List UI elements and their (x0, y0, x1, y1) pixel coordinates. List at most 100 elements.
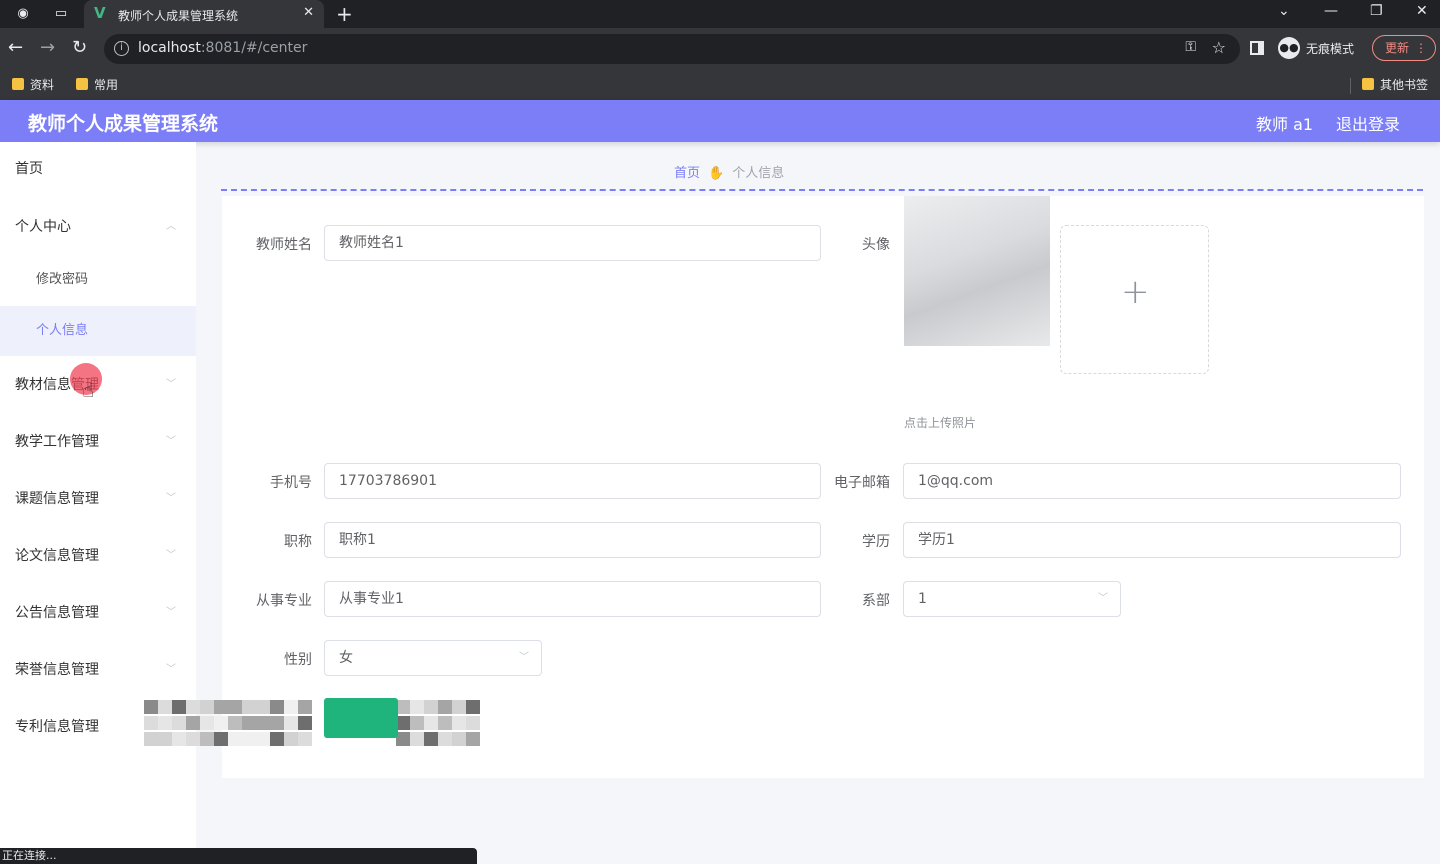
reload-icon[interactable]: ↻ (72, 37, 87, 58)
mosaic-pixel (242, 716, 256, 730)
mosaic-pixel (200, 700, 214, 714)
mosaic-pixel (256, 700, 270, 714)
department-select[interactable]: 1 ﹀ (903, 581, 1121, 617)
mosaic-pixel (270, 732, 284, 746)
breadcrumb: 首页 ✋ 个人信息 (674, 162, 784, 181)
sidebar-item-announcement[interactable]: 公告信息管理 ﹀ (0, 588, 196, 638)
mosaic-pixel (270, 700, 284, 714)
mosaic-pixel (242, 700, 256, 714)
mosaic-pixel (424, 716, 438, 730)
tab-close-icon[interactable]: ✕ (303, 5, 314, 20)
mosaic-pixel (438, 700, 452, 714)
other-bookmarks[interactable]: 其他书签 (1362, 76, 1428, 93)
update-button[interactable]: 更新 ⋮ (1372, 35, 1436, 61)
minimize-icon[interactable]: — (1324, 3, 1338, 19)
current-user: 教师 a1 (1256, 115, 1314, 134)
chevron-down-icon: ﹀ (519, 652, 529, 663)
mosaic-pixel (186, 716, 200, 730)
mosaic-pixel (298, 732, 312, 746)
mosaic-pixel (186, 700, 200, 714)
sidebar-item-home[interactable]: 首页 (0, 144, 196, 194)
sidebar-item-personal-info[interactable]: 个人信息 (0, 306, 196, 356)
job-title-input[interactable]: 职称1 (324, 522, 821, 558)
incognito-indicator[interactable]: ●● 无痕模式 (1278, 37, 1354, 59)
mosaic-pixel (396, 700, 410, 714)
mosaic-pixel (424, 700, 438, 714)
browser-tab[interactable]: V 教师个人成果管理系统 ✕ (84, 0, 324, 28)
education-input[interactable]: 学历1 (903, 522, 1401, 558)
folder-icon (12, 78, 24, 90)
sidebar-item-label: 荣誉信息管理 (15, 662, 99, 678)
email-input[interactable]: 1@qq.com (903, 463, 1401, 499)
mosaic-pixel (172, 732, 186, 746)
bookmark-folder-changyong[interactable]: 常用 (76, 76, 118, 93)
mosaic-pixel (452, 716, 466, 730)
phone-input[interactable]: 17703786901 (324, 463, 821, 499)
teacher-name-input[interactable]: 教师姓名1 (324, 225, 821, 261)
browser-status-bar: 正在连接... (0, 848, 477, 864)
kebab-menu-icon: ⋮ (1415, 41, 1427, 55)
bookmarks-bar: 资料 常用 其他书签 (0, 70, 1440, 100)
bookmark-label: 资料 (30, 78, 55, 92)
email-value: 1@qq.com (918, 473, 994, 489)
mosaic-pixel (144, 732, 158, 746)
sidebar-item-label: 公告信息管理 (15, 605, 99, 621)
hand-cursor-icon: ☝ (82, 378, 95, 402)
browser-menu-icon[interactable]: ◉ (14, 5, 32, 23)
forward-icon[interactable]: → (40, 37, 55, 58)
sidebar-item-honor[interactable]: 荣誉信息管理 ﹀ (0, 645, 196, 695)
bookmark-star-icon[interactable]: ☆ (1212, 38, 1226, 57)
close-window-icon[interactable]: ✕ (1416, 3, 1428, 19)
gender-value: 女 (339, 650, 353, 666)
teacher-name-value: 教师姓名1 (339, 235, 404, 251)
sidebar-item-paper[interactable]: 论文信息管理 ﹀ (0, 531, 196, 581)
chevron-down-icon: ﹀ (166, 436, 176, 447)
mosaic-pixel (410, 716, 424, 730)
browser-tabstrip: ◉ ▭ V 教师个人成果管理系统 ✕ + ⌄ — ❐ ✕ (0, 0, 1440, 28)
url-path: :8081/#/center (200, 40, 308, 56)
submit-button[interactable] (324, 698, 398, 738)
gender-label: 性别 (284, 652, 312, 668)
sidebar-item-label: 专利信息管理 (15, 719, 99, 735)
other-bookmarks-label: 其他书签 (1380, 78, 1429, 92)
tab-list-chevron-icon[interactable]: ⌄ (1278, 3, 1290, 19)
avatar-image (904, 196, 1050, 346)
password-key-icon[interactable]: ⚿ (1185, 39, 1196, 55)
mosaic-pixel (396, 716, 410, 730)
sidebar-item-label: 修改密码 (36, 272, 89, 287)
app-title: 教师个人成果管理系统 (28, 113, 219, 135)
breadcrumb-home[interactable]: 首页 (674, 166, 700, 181)
tab-search-icon[interactable]: ▭ (52, 5, 70, 23)
folder-icon (1362, 78, 1374, 90)
mosaic-pixel (298, 716, 312, 730)
mosaic-pixel (186, 732, 200, 746)
gender-select[interactable]: 女 ﹀ (324, 640, 542, 676)
avatar-upload-button[interactable]: + (1060, 225, 1209, 374)
mosaic-pixel (256, 732, 270, 746)
mosaic-pixel (172, 716, 186, 730)
sidebar-item-personal-center[interactable]: 个人中心 ︿ (0, 202, 196, 252)
logout-link[interactable]: 退出登录 (1336, 111, 1400, 135)
update-label: 更新 (1385, 41, 1410, 55)
major-input[interactable]: 从事专业1 (324, 581, 821, 617)
sidebar-item-change-password[interactable]: 修改密码 (0, 255, 196, 305)
mosaic-pixel (214, 732, 228, 746)
mosaic-pixel (228, 732, 242, 746)
sidebar-item-teaching[interactable]: 教学工作管理 ﹀ (0, 417, 196, 467)
mosaic-pixel (284, 716, 298, 730)
mosaic-pixel (438, 732, 452, 746)
sidebar-item-project[interactable]: 课题信息管理 ﹀ (0, 474, 196, 524)
mosaic-pixel (284, 732, 298, 746)
restore-icon[interactable]: ❐ (1370, 3, 1383, 19)
vue-favicon-icon: V (94, 4, 106, 22)
sidebar-item-label: 教学工作管理 (15, 434, 99, 450)
new-tab-icon[interactable]: + (336, 2, 353, 26)
site-info-icon[interactable]: i (114, 41, 129, 56)
bookmark-folder-ziliao[interactable]: 资料 (12, 76, 54, 93)
side-panel-icon[interactable] (1250, 41, 1264, 55)
mosaic-pixel (452, 700, 466, 714)
plus-icon: + (1121, 272, 1150, 312)
address-bar[interactable]: i localhost:8081/#/center ⚿ ☆ (104, 34, 1240, 64)
email-label: 电子邮箱 (834, 475, 890, 491)
back-icon[interactable]: ← (8, 37, 23, 58)
